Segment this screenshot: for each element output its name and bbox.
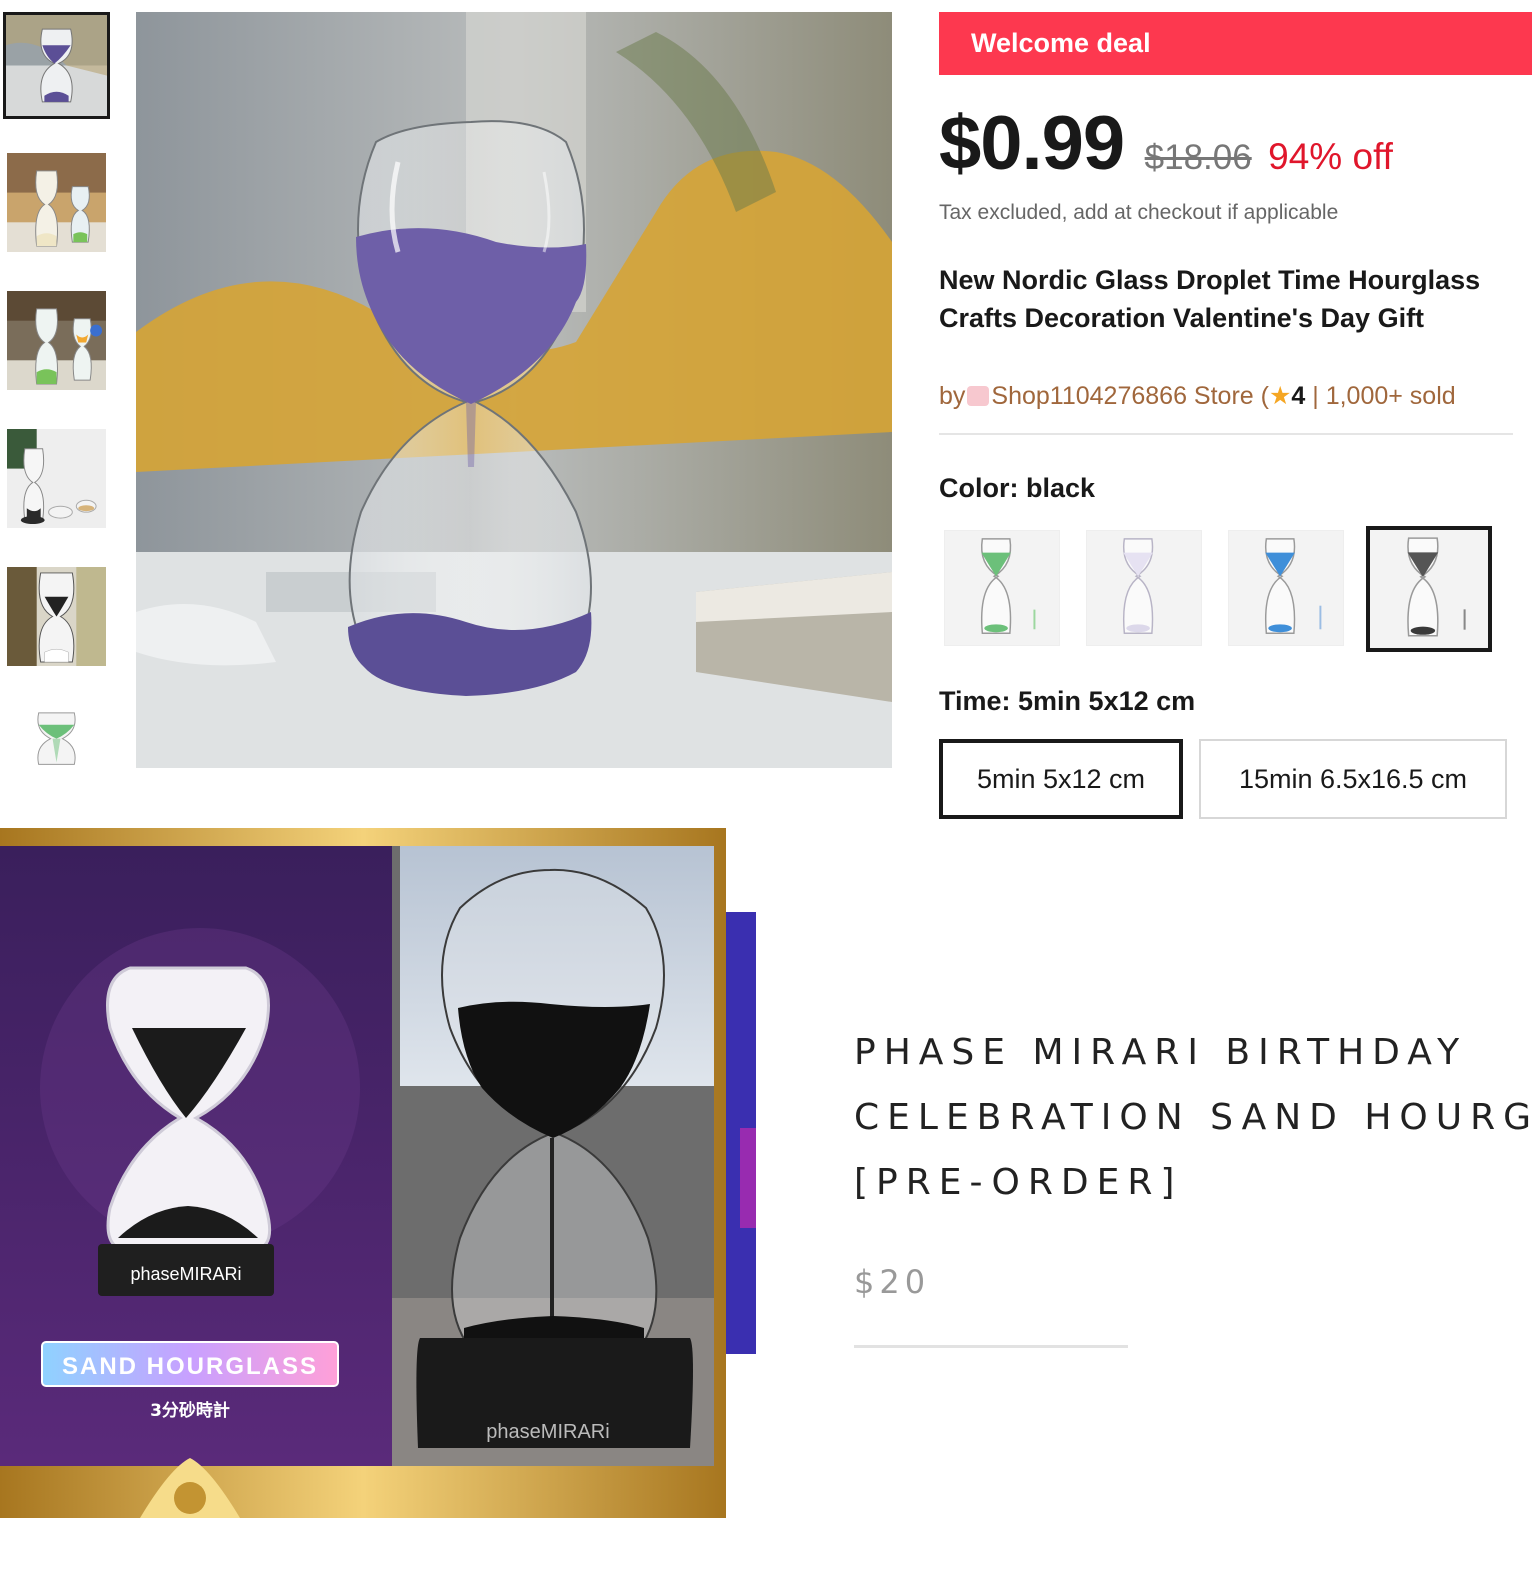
thumbnail-image xyxy=(6,15,107,116)
color-option-blue[interactable] xyxy=(1228,530,1344,646)
price-row: $0.99 $18.06 94% off xyxy=(939,105,1532,183)
main-product-image[interactable] xyxy=(136,12,892,768)
shop-icon xyxy=(967,386,990,406)
color-option-white[interactable] xyxy=(1086,530,1202,646)
product-title-line-1: New Nordic Glass Droplet Time Hourglass xyxy=(939,265,1481,295)
color-option-green[interactable] xyxy=(944,530,1060,646)
mirari-title-line-3: [PRE-ORDER] xyxy=(854,1162,1183,1203)
thumbnail-4[interactable] xyxy=(7,429,106,528)
thumbnail-5[interactable] xyxy=(7,567,106,666)
mirari-product-title: PHASE MIRARI BIRTHDAY CELEBRATION SAND H… xyxy=(854,1020,1532,1215)
time-option-15min[interactable]: 15min 6.5x16.5 cm xyxy=(1199,739,1507,819)
mirari-title-line-2: CELEBRATION SAND HOURGLASS xyxy=(854,1097,1532,1138)
green-hourglass-swatch-image xyxy=(945,531,1059,645)
color-swatches xyxy=(939,526,1532,652)
time-options: 5min 5x12 cm 15min 6.5x16.5 cm xyxy=(939,739,1532,819)
promo-image[interactable]: phaseMIRARi SAND HOURGLASS 3分砂時計 phaseMI… xyxy=(0,828,756,1518)
purple-hourglass-photo xyxy=(136,12,892,768)
thumbnail-image xyxy=(7,429,106,528)
product-info-panel: Welcome deal $0.99 $18.06 94% off Tax ex… xyxy=(939,12,1532,832)
sold-count: | 1,000+ sold xyxy=(1312,382,1456,410)
time-option-5min[interactable]: 5min 5x12 cm xyxy=(939,739,1183,819)
phase-mirari-promo-artwork: phaseMIRARi SAND HOURGLASS 3分砂時計 phaseMI… xyxy=(0,828,756,1518)
mirari-product-info: PHASE MIRARI BIRTHDAY CELEBRATION SAND H… xyxy=(854,1020,1532,1348)
thumbnail-image xyxy=(7,567,106,666)
color-label: Color: black xyxy=(939,473,1096,503)
thumbnail-3[interactable] xyxy=(7,291,106,390)
promo-badge-text: SAND HOURGLASS xyxy=(62,1353,318,1380)
mirari-price: $20 xyxy=(854,1263,931,1301)
store-open-paren: ( xyxy=(1260,382,1269,410)
star-icon: ★ xyxy=(1268,382,1292,410)
time-label: Time: 5min 5x12 cm xyxy=(939,686,1196,716)
promo-brand-photo: phaseMIRARi xyxy=(486,1421,609,1443)
thumbnail-6[interactable] xyxy=(7,705,106,804)
discount-label: 94% off xyxy=(1268,136,1393,177)
black-hourglass-swatch-image xyxy=(1370,530,1488,648)
product-title: New Nordic Glass Droplet Time Hourglass … xyxy=(939,261,1532,337)
thumbnail-list xyxy=(0,0,120,804)
welcome-deal-banner: Welcome deal xyxy=(939,12,1532,75)
thumbnail-image xyxy=(7,705,106,804)
thumbnail-image xyxy=(7,291,106,390)
mirari-title-line-1: PHASE MIRARI BIRTHDAY xyxy=(854,1032,1468,1073)
store-by-label: by xyxy=(939,382,966,410)
store-info: by Shop1104276866 Store (★4 | 1,000+ sold xyxy=(939,381,1532,411)
thumbnail-1[interactable] xyxy=(3,12,110,119)
promo-subtitle: 3分砂時計 xyxy=(150,1400,230,1421)
store-rating: 4 xyxy=(1291,382,1306,410)
promo-brand-illustration: phaseMIRARi xyxy=(130,1264,241,1284)
tax-note: Tax excluded, add at checkout if applica… xyxy=(939,201,1339,224)
blue-hourglass-swatch-image xyxy=(1229,531,1343,645)
current-price: $0.99 xyxy=(939,101,1125,186)
thumbnail-2[interactable] xyxy=(7,153,106,252)
store-link[interactable]: Shop1104276866 Store xyxy=(991,382,1253,410)
product-title-line-2: Crafts Decoration Valentine's Day Gift xyxy=(939,303,1425,333)
thumbnail-image xyxy=(7,153,106,252)
divider xyxy=(939,433,1513,435)
white-hourglass-swatch-image xyxy=(1087,531,1201,645)
color-option-black[interactable] xyxy=(1366,526,1492,652)
divider xyxy=(854,1345,1128,1348)
original-price: $18.06 xyxy=(1144,138,1252,177)
